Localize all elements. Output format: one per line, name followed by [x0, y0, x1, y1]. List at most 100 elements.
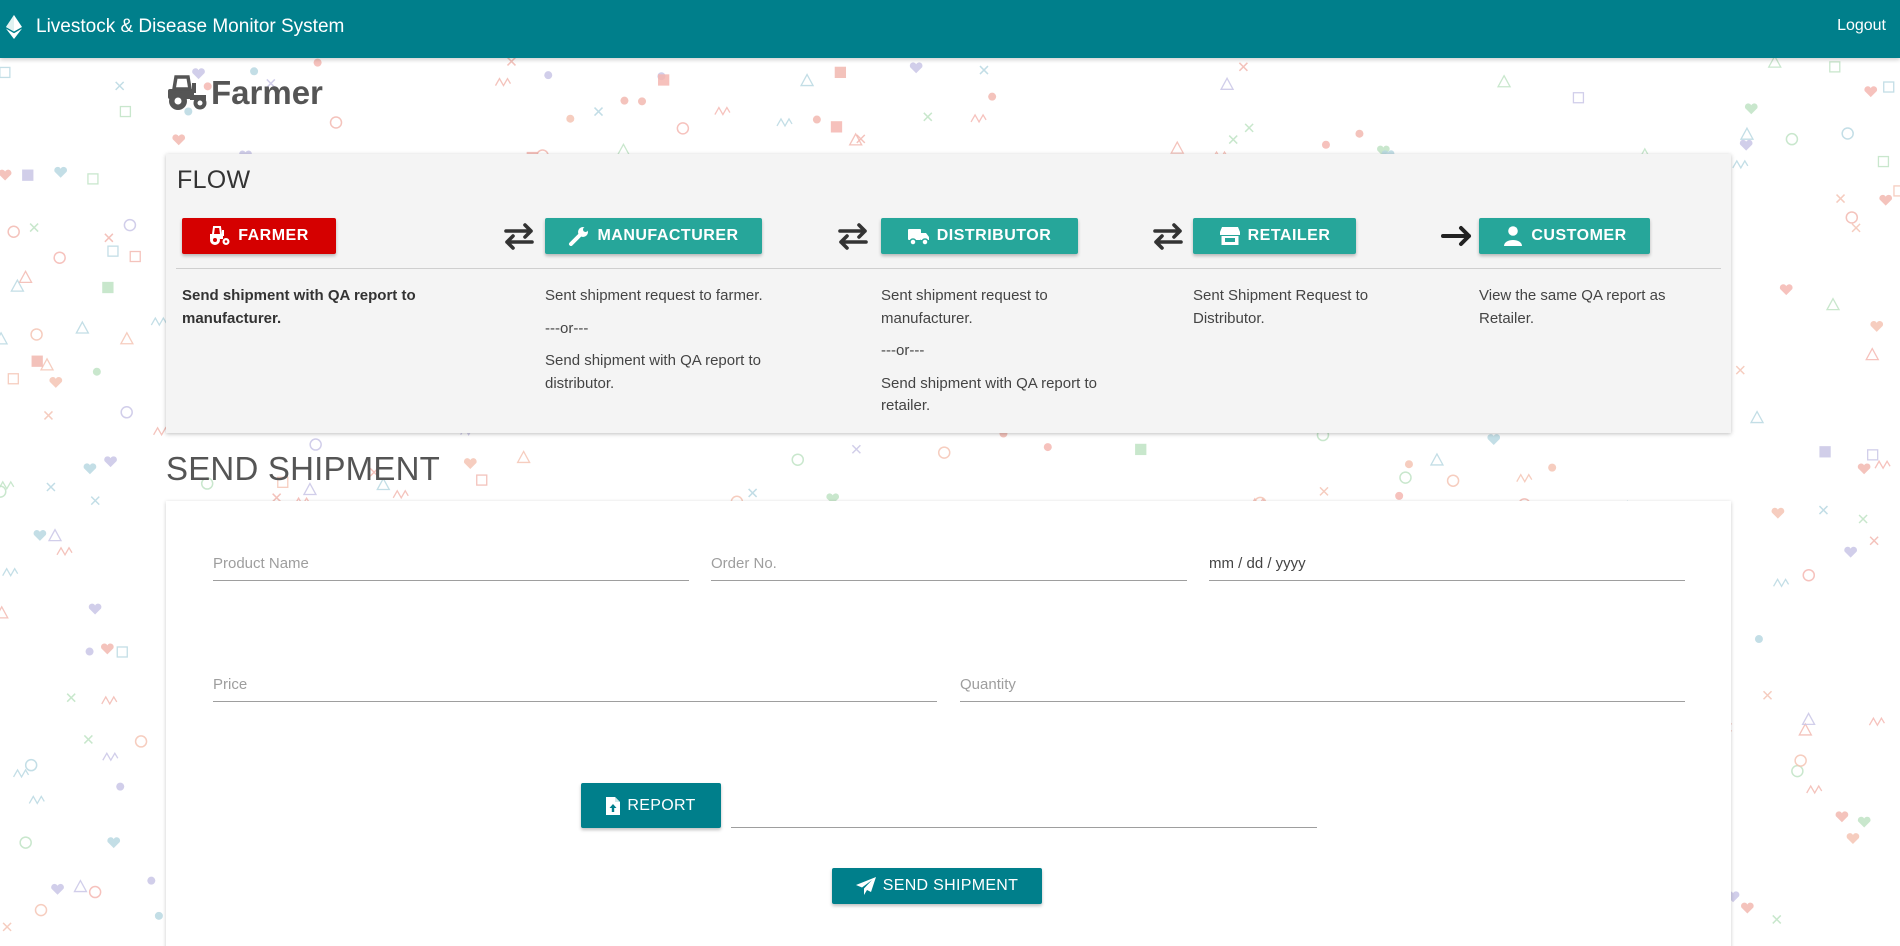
background-shape: [1739, 126, 1755, 140]
background-shape: [1043, 443, 1052, 452]
background-shape: [1869, 536, 1879, 546]
background-shape: [7, 373, 19, 385]
price-input[interactable]: [213, 668, 937, 702]
background-shape: [1857, 463, 1871, 475]
background-shape: [150, 316, 167, 327]
farmer-button[interactable]: FARMER: [182, 218, 336, 254]
user-icon: [1502, 226, 1531, 246]
report-file-path-input[interactable]: [731, 794, 1317, 828]
manufacturer-description: Sent shipment request to farmer. ---or--…: [545, 287, 763, 392]
background-shape: [620, 96, 629, 105]
background-shape: [54, 166, 68, 178]
background-shape: [1732, 159, 1749, 170]
truck-icon: [907, 226, 937, 246]
background-shape: [92, 367, 101, 376]
background-shape: [116, 646, 128, 658]
background-shape: [154, 911, 163, 920]
exchange-arrows-icon: [502, 220, 536, 252]
background-shape: [1496, 74, 1512, 88]
background-shape: [0, 485, 7, 498]
brand-link[interactable]: Livestock & Disease Monitor System: [6, 0, 344, 54]
order-no-input[interactable]: [711, 547, 1187, 581]
retailer-description: Sent Shipment Request to Distributor.: [1193, 287, 1369, 327]
background-shape: [43, 410, 53, 420]
background-shape: [1516, 473, 1533, 483]
background-shape: [851, 444, 861, 454]
background-shape: [1801, 712, 1816, 726]
background-shape: [104, 456, 117, 468]
background-shape: [1825, 297, 1841, 311]
background-shape: [313, 58, 322, 67]
background-shape: [47, 528, 63, 542]
background-shape: [494, 77, 512, 87]
background-shape: [1735, 365, 1745, 375]
background-shape: [937, 446, 951, 459]
background-shape: [676, 122, 690, 135]
background-shape: [1802, 568, 1816, 582]
customer-button[interactable]: CUSTOMER: [1479, 218, 1650, 254]
background-shape: [834, 66, 847, 79]
send-shipment-heading: SEND SHIPMENT: [166, 450, 440, 487]
background-shape: [88, 885, 102, 899]
retailer-button-label: RETAILER: [1247, 227, 1331, 244]
background-shape: [923, 112, 933, 122]
quantity-input[interactable]: [960, 668, 1685, 702]
top-navbar: Livestock & Disease Monitor System Logou…: [0, 0, 1900, 58]
background-shape: [1399, 471, 1412, 484]
background-shape: [51, 883, 64, 895]
background-shape: [119, 105, 132, 118]
background-shape: [1818, 505, 1828, 515]
background-shape: [1806, 784, 1823, 795]
background-shape: [46, 482, 56, 492]
background-shape: [90, 496, 100, 506]
background-shape: [7, 225, 20, 238]
background-shape: [49, 377, 63, 388]
report-upload-button[interactable]: REPORT: [581, 783, 721, 828]
background-shape: [107, 837, 121, 849]
manufacturer-button[interactable]: MANUFACTURER: [545, 218, 762, 254]
background-shape: [392, 489, 409, 500]
background-shape: [115, 81, 125, 91]
paper-plane-icon: [855, 877, 883, 895]
exchange-arrows-icon: [1151, 220, 1185, 252]
date-input[interactable]: [1209, 547, 1685, 581]
background-shape: [1844, 546, 1857, 558]
background-shape: [120, 406, 133, 419]
background-shape: [1791, 764, 1804, 778]
background-shape: [791, 453, 805, 466]
background-shape: [1829, 61, 1841, 73]
background-shape: [1857, 816, 1871, 828]
background-shape: [107, 245, 119, 257]
logout-link[interactable]: Logout: [1837, 17, 1886, 35]
background-shape: [116, 782, 125, 791]
background-shape: [29, 223, 39, 233]
background-shape: [85, 647, 94, 656]
background-shape: [988, 92, 997, 101]
background-shape: [33, 530, 47, 541]
background-shape: [28, 795, 45, 805]
background-shape: [566, 114, 575, 123]
wrench-icon: [568, 226, 597, 246]
background-shape: [1740, 902, 1754, 914]
retailer-button[interactable]: RETAILER: [1193, 218, 1356, 254]
background-shape: [1135, 443, 1147, 456]
send-shipment-button-label: SEND SHIPMENT: [882, 877, 1019, 894]
send-shipment-button[interactable]: SEND SHIPMENT: [832, 868, 1042, 904]
page-title: Farmer: [166, 74, 323, 112]
app-title: Livestock & Disease Monitor System: [36, 16, 345, 37]
background-shape: [1754, 635, 1763, 644]
send-shipment-form: REPORT SEND SHIPMENT: [166, 501, 1731, 946]
background-shape: [970, 113, 987, 124]
product-name-input[interactable]: [213, 547, 689, 581]
background-shape: [714, 106, 731, 116]
background-shape: [476, 474, 488, 486]
background-shape: [544, 71, 553, 80]
tractor-icon: [166, 75, 210, 111]
background-shape: [1739, 139, 1753, 151]
distributor-button[interactable]: DISTRIBUTOR: [881, 218, 1078, 254]
background-shape: [0, 66, 11, 79]
background-shape: [1835, 811, 1849, 823]
background-shape: [909, 62, 923, 74]
store-icon: [1219, 226, 1248, 246]
distributor-description: Sent shipment request to manufacturer. -…: [881, 287, 1097, 414]
